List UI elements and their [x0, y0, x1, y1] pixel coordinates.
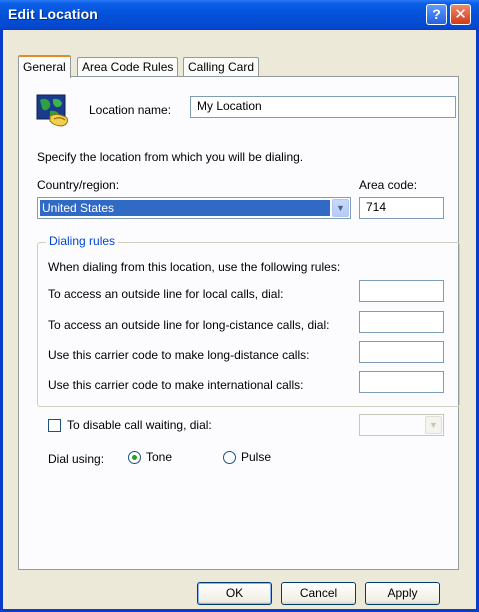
rule-label-long-distance: To access an outside line for long-cista…	[48, 318, 330, 332]
country-selected-value: United States	[40, 200, 330, 216]
call-waiting-label: To disable call waiting, dial:	[67, 418, 212, 432]
tone-label: Tone	[146, 450, 173, 464]
title-bar[interactable]: Edit Location ? ✕	[0, 0, 479, 30]
dialog-title: Edit Location	[8, 6, 98, 22]
country-region-select[interactable]: United States ▼	[37, 197, 351, 219]
instruction-text: Specify the location from which you will…	[37, 150, 304, 164]
call-waiting-checkbox[interactable]	[48, 419, 61, 432]
dial-using-label: Dial using:	[48, 452, 105, 466]
call-waiting-select[interactable]: ▼	[359, 414, 444, 436]
ok-button[interactable]: OK	[197, 582, 272, 605]
tone-radio[interactable]	[128, 451, 141, 464]
pulse-label: Pulse	[241, 450, 272, 464]
tab-calling-card[interactable]: Calling Card	[183, 57, 260, 77]
pulse-radio[interactable]	[223, 451, 236, 464]
carrier-long-distance-field[interactable]	[359, 341, 444, 363]
cancel-button[interactable]: Cancel	[281, 582, 356, 605]
country-label: Country/region:	[37, 178, 120, 192]
location-name-label: Location name:	[89, 103, 172, 117]
dialing-rules-legend: Dialing rules	[46, 234, 119, 248]
globe-phone-icon	[36, 94, 68, 127]
area-code-label: Area code:	[359, 178, 418, 192]
chevron-down-icon[interactable]: ▼	[425, 416, 442, 434]
close-button[interactable]: ✕	[450, 4, 471, 25]
long-distance-access-field[interactable]	[359, 311, 444, 333]
dialing-rules-intro: When dialing from this location, use the…	[48, 260, 341, 274]
tab-general[interactable]: General	[18, 55, 71, 78]
carrier-international-field[interactable]	[359, 371, 444, 393]
chevron-down-icon[interactable]: ▼	[332, 199, 349, 217]
apply-button[interactable]: Apply	[365, 582, 440, 605]
help-button[interactable]: ?	[426, 4, 447, 25]
tab-area-code-rules[interactable]: Area Code Rules	[77, 57, 179, 77]
area-code-field[interactable]: 714	[359, 197, 444, 219]
rule-label-local: To access an outside line for local call…	[48, 287, 284, 301]
local-access-field[interactable]	[359, 280, 444, 302]
rule-label-carrier-international: Use this carrier code to make internatio…	[48, 378, 304, 392]
rule-label-carrier-long-distance: Use this carrier code to make long-dista…	[48, 348, 310, 362]
location-name-field[interactable]: My Location	[190, 96, 456, 118]
